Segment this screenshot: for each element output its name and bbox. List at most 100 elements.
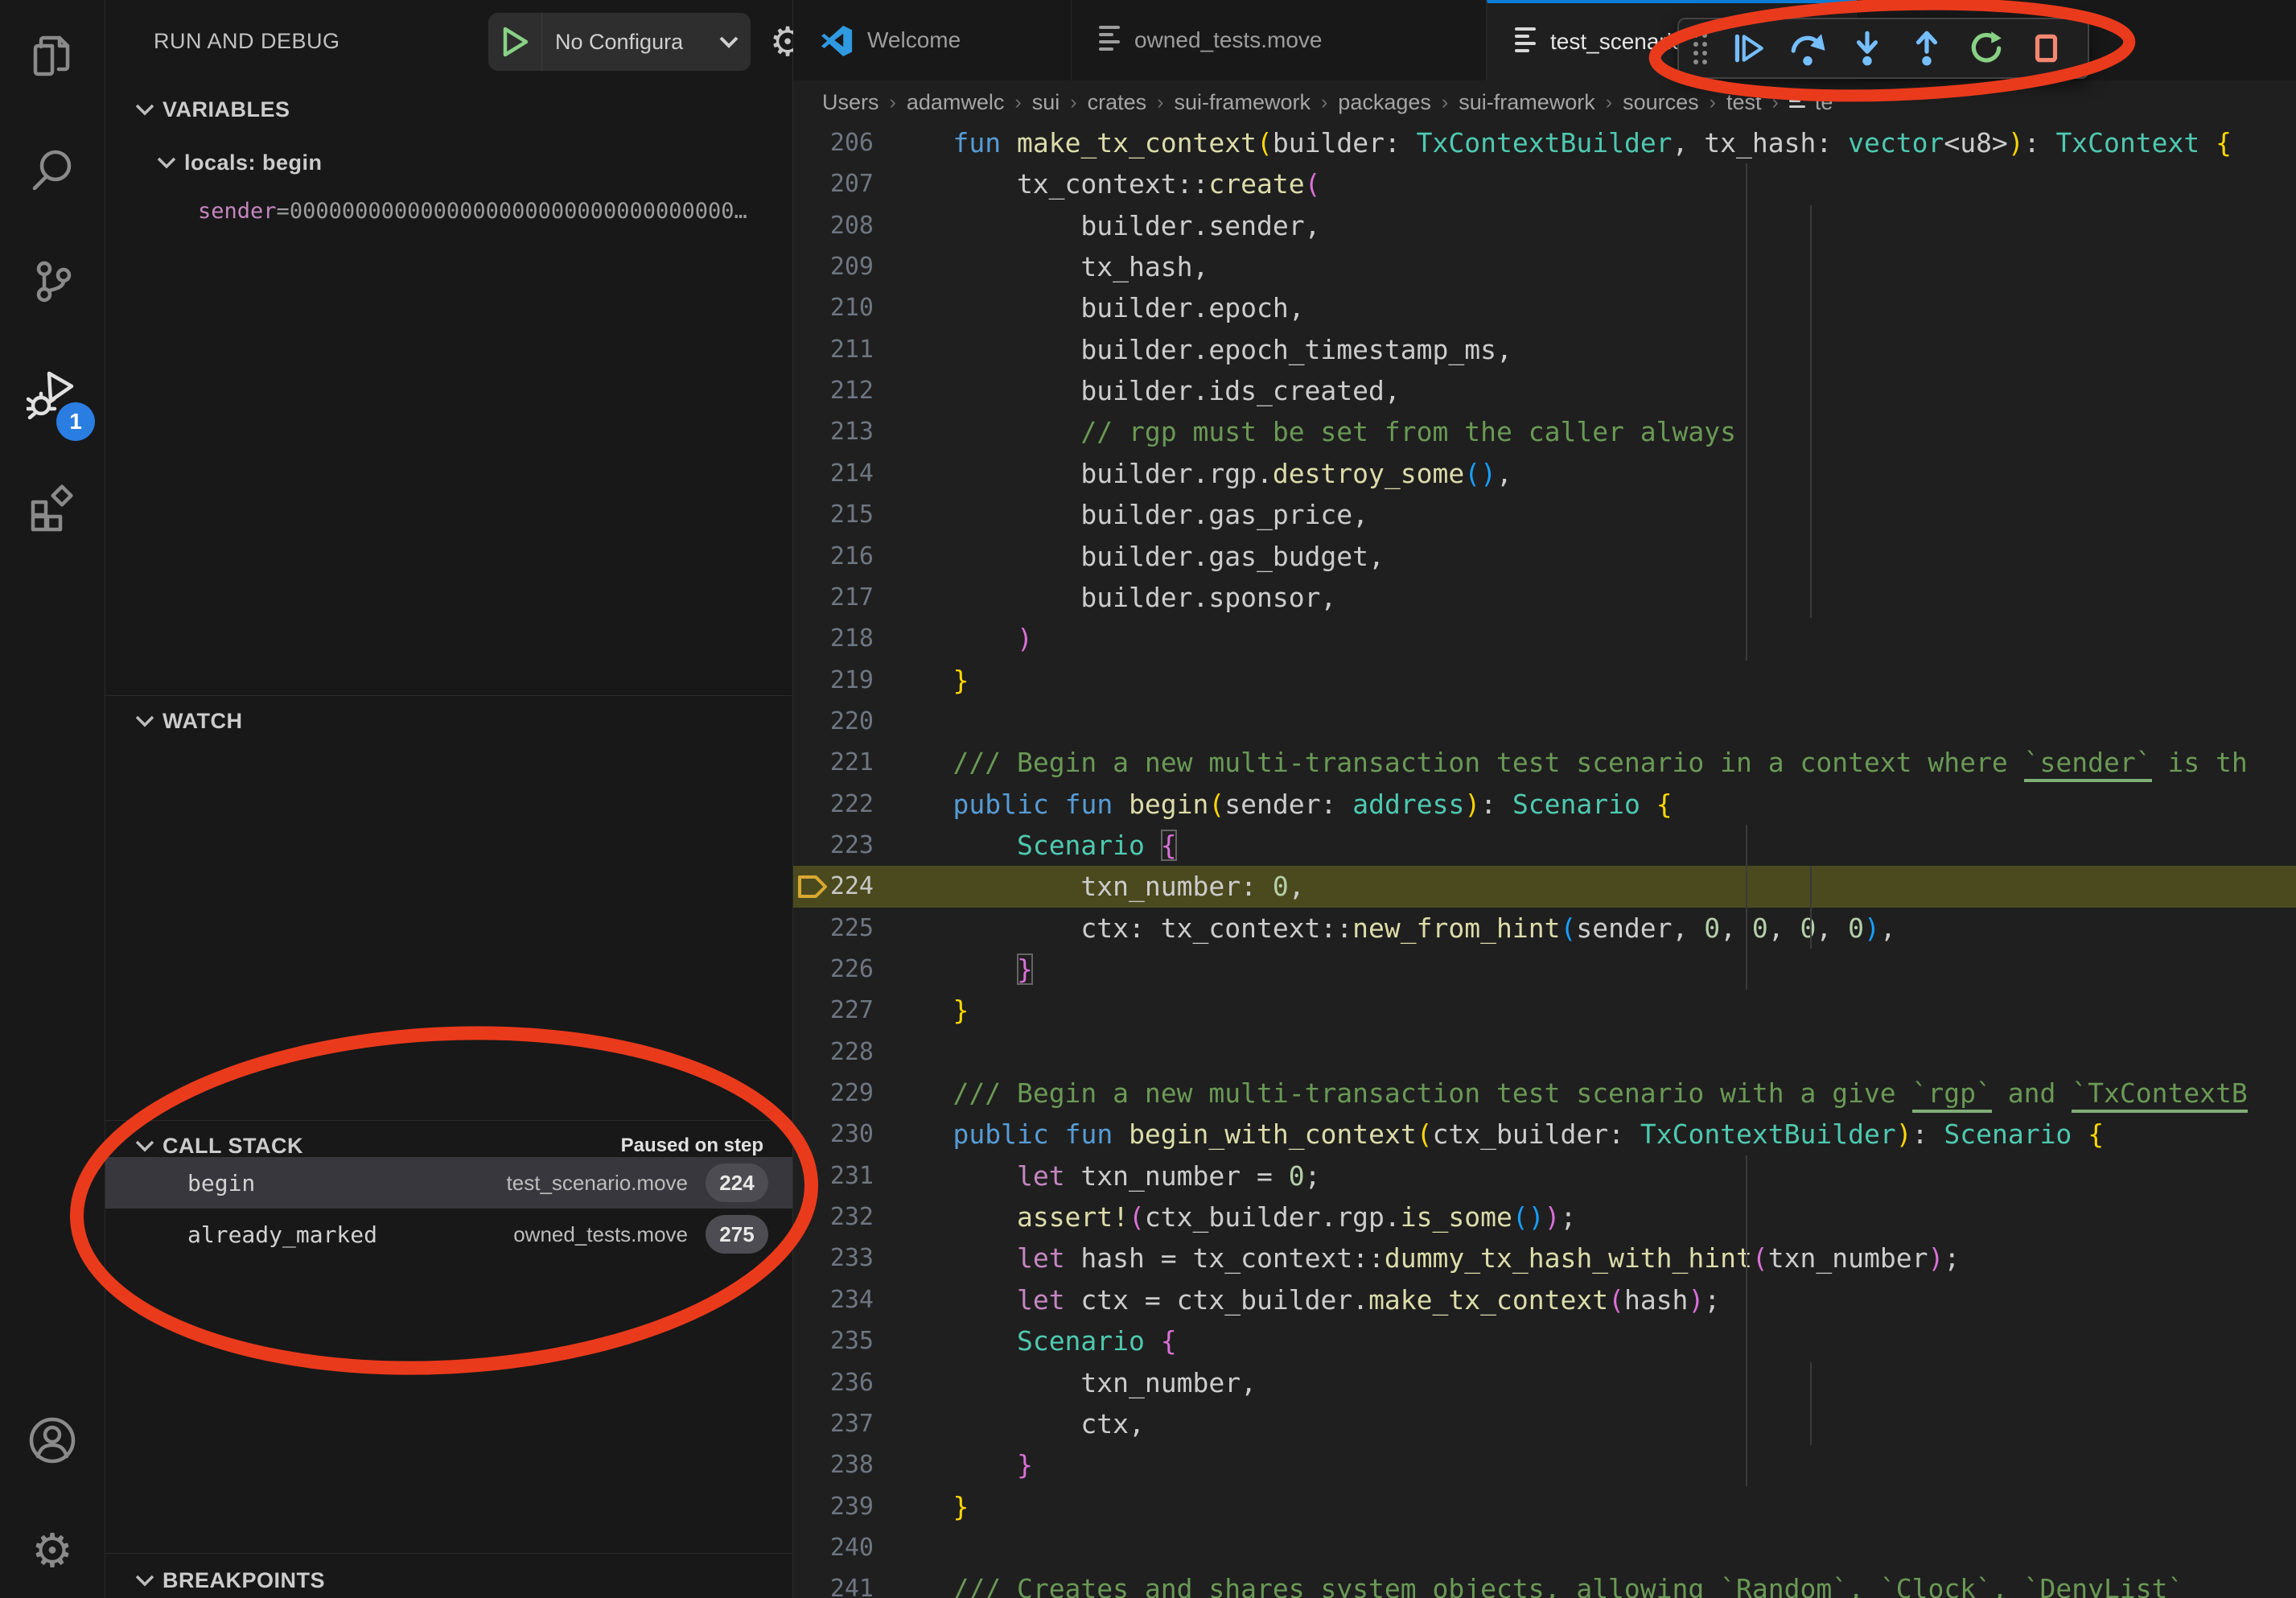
code-text[interactable]: } (889, 949, 1033, 991)
code-text[interactable]: } (889, 660, 969, 702)
code-text[interactable]: /// Begin a new multi-transaction test s… (889, 1073, 2248, 1114)
code-text[interactable]: builder.epoch_timestamp_ms, (889, 329, 1512, 371)
line-number[interactable]: 221 (793, 742, 874, 784)
code-text[interactable]: public fun begin_with_context(ctx_builde… (889, 1114, 2104, 1155)
code-text[interactable]: fun make_tx_context(builder: TxContextBu… (889, 122, 2232, 164)
code-line-213[interactable]: 213 // rgp must be set from the caller a… (793, 411, 2296, 453)
code-line-219[interactable]: 219 } (793, 660, 2296, 702)
code-text[interactable]: // rgp must be set from the caller alway… (889, 411, 1736, 453)
stop-button[interactable] (2019, 26, 2072, 71)
breadcrumb-item[interactable]: Users (822, 90, 879, 115)
line-number[interactable]: 210 (793, 287, 874, 329)
code-text[interactable]: assert!(ctx_builder.rgp.is_some()); (889, 1196, 1576, 1238)
line-number[interactable]: 216 (793, 536, 874, 578)
step-out-button[interactable] (1900, 26, 1953, 71)
chevron-down-icon[interactable] (718, 35, 751, 49)
line-number[interactable]: 241 (793, 1568, 874, 1598)
code-line-209[interactable]: 209 tx_hash, (793, 246, 2296, 288)
code-line-208[interactable]: 208 builder.sender, (793, 205, 2296, 247)
line-number[interactable]: 214 (793, 453, 874, 495)
code-text[interactable]: let hash = tx_context::dummy_tx_hash_wit… (889, 1238, 1960, 1279)
code-text[interactable]: builder.epoch, (889, 287, 1305, 329)
line-number[interactable]: 239 (793, 1486, 874, 1528)
code-line-222[interactable]: 222 public fun begin(sender: address): S… (793, 784, 2296, 826)
line-number[interactable]: 219 (793, 660, 874, 702)
code-line-224[interactable]: 224 txn_number: 0, (793, 866, 2296, 908)
watch-section-header[interactable]: WATCH (105, 700, 792, 742)
code-line-241[interactable]: 241 /// Creates and shares system object… (793, 1568, 2296, 1598)
code-line-227[interactable]: 227 } (793, 990, 2296, 1032)
settings-gear-icon[interactable]: ⚙ (27, 1526, 78, 1577)
start-debug-icon[interactable] (488, 13, 542, 71)
code-line-230[interactable]: 230 public fun begin_with_context(ctx_bu… (793, 1114, 2296, 1155)
line-number[interactable]: 208 (793, 205, 874, 247)
line-number[interactable]: 230 (793, 1114, 874, 1155)
line-number[interactable]: 215 (793, 494, 874, 536)
code-text[interactable]: builder.gas_budget, (889, 536, 1385, 578)
code-text[interactable]: tx_hash, (889, 246, 1208, 288)
code-text[interactable]: /// Creates and shares system objects, a… (889, 1568, 2183, 1598)
code-line-233[interactable]: 233 let hash = tx_context::dummy_tx_hash… (793, 1238, 2296, 1279)
line-number[interactable]: 206 (793, 122, 874, 164)
code-line-229[interactable]: 229 /// Begin a new multi-transaction te… (793, 1073, 2296, 1114)
breadcrumb-item[interactable]: packages (1338, 90, 1431, 115)
code-line-206[interactable]: 206 fun make_tx_context(builder: TxConte… (793, 122, 2296, 164)
code-line-232[interactable]: 232 assert!(ctx_builder.rgp.is_some()); (793, 1196, 2296, 1238)
code-text[interactable]: builder.sponsor, (889, 577, 1336, 619)
search-icon[interactable] (27, 145, 78, 196)
breadcrumb-item[interactable]: crates (1088, 90, 1147, 115)
restart-button[interactable] (1960, 26, 2013, 71)
line-number[interactable]: 232 (793, 1196, 874, 1238)
explorer-icon[interactable] (27, 31, 78, 82)
line-number[interactable]: 207 (793, 163, 874, 205)
breadcrumb[interactable]: Users›adamwelc›sui›crates›sui-framework›… (793, 80, 2296, 124)
code-line-236[interactable]: 236 txn_number, (793, 1362, 2296, 1404)
code-line-237[interactable]: 237 ctx, (793, 1403, 2296, 1445)
continue-button[interactable] (1722, 26, 1775, 71)
breadcrumb-item[interactable]: sui (1032, 90, 1060, 115)
code-text[interactable]: ctx: tx_context::new_from_hint(sender, 0… (889, 908, 1896, 949)
code-text[interactable]: txn_number: 0, (889, 866, 1305, 908)
line-number[interactable]: 240 (793, 1527, 874, 1569)
code-line-216[interactable]: 216 builder.gas_budget, (793, 536, 2296, 578)
code-text[interactable]: tx_context::create( (889, 163, 1320, 205)
tab-owned-tests[interactable]: owned_tests.move (1072, 0, 1487, 80)
line-number[interactable]: 213 (793, 411, 874, 453)
line-number[interactable]: 217 (793, 577, 874, 619)
line-number[interactable]: 236 (793, 1362, 874, 1404)
line-number[interactable]: 218 (793, 618, 874, 660)
drag-grip-icon[interactable] (1693, 33, 1707, 64)
code-text[interactable]: builder.rgp.destroy_some(), (889, 453, 1512, 495)
line-number[interactable]: 227 (793, 990, 874, 1032)
step-over-button[interactable] (1781, 26, 1834, 71)
code-line-226[interactable]: 226 } (793, 949, 2296, 991)
code-line-210[interactable]: 210 builder.epoch, (793, 287, 2296, 329)
code-text[interactable]: Scenario { (889, 1320, 1177, 1362)
code-line-212[interactable]: 212 builder.ids_created, (793, 370, 2296, 412)
line-number[interactable]: 235 (793, 1320, 874, 1362)
code-line-218[interactable]: 218 ) (793, 618, 2296, 660)
line-number[interactable]: 238 (793, 1444, 874, 1486)
extensions-icon[interactable] (27, 481, 78, 533)
code-text[interactable]: ) (889, 618, 1033, 660)
line-number[interactable]: 231 (793, 1155, 874, 1197)
line-number[interactable]: 209 (793, 246, 874, 288)
code-line-217[interactable]: 217 builder.sponsor, (793, 577, 2296, 619)
code-line-225[interactable]: 225 ctx: tx_context::new_from_hint(sende… (793, 908, 2296, 949)
code-text[interactable]: let txn_number = 0; (889, 1155, 1320, 1197)
code-line-223[interactable]: 223 Scenario { (793, 825, 2296, 867)
code-text[interactable]: builder.ids_created, (889, 370, 1401, 412)
line-number[interactable]: 233 (793, 1238, 874, 1279)
line-number[interactable]: 220 (793, 701, 874, 743)
code-line-228[interactable]: 228 (793, 1032, 2296, 1073)
step-into-button[interactable] (1841, 26, 1894, 71)
code-line-214[interactable]: 214 builder.rgp.destroy_some(), (793, 453, 2296, 495)
code-text[interactable]: builder.sender, (889, 205, 1320, 247)
code-line-239[interactable]: 239 } (793, 1486, 2296, 1528)
code-text[interactable]: } (889, 1486, 969, 1528)
line-number[interactable]: 223 (793, 825, 874, 867)
code-line-234[interactable]: 234 let ctx = ctx_builder.make_tx_contex… (793, 1279, 2296, 1321)
breadcrumb-item[interactable]: sources (1623, 90, 1699, 115)
line-number[interactable]: 237 (793, 1403, 874, 1445)
code-text[interactable]: Scenario { (889, 825, 1177, 867)
